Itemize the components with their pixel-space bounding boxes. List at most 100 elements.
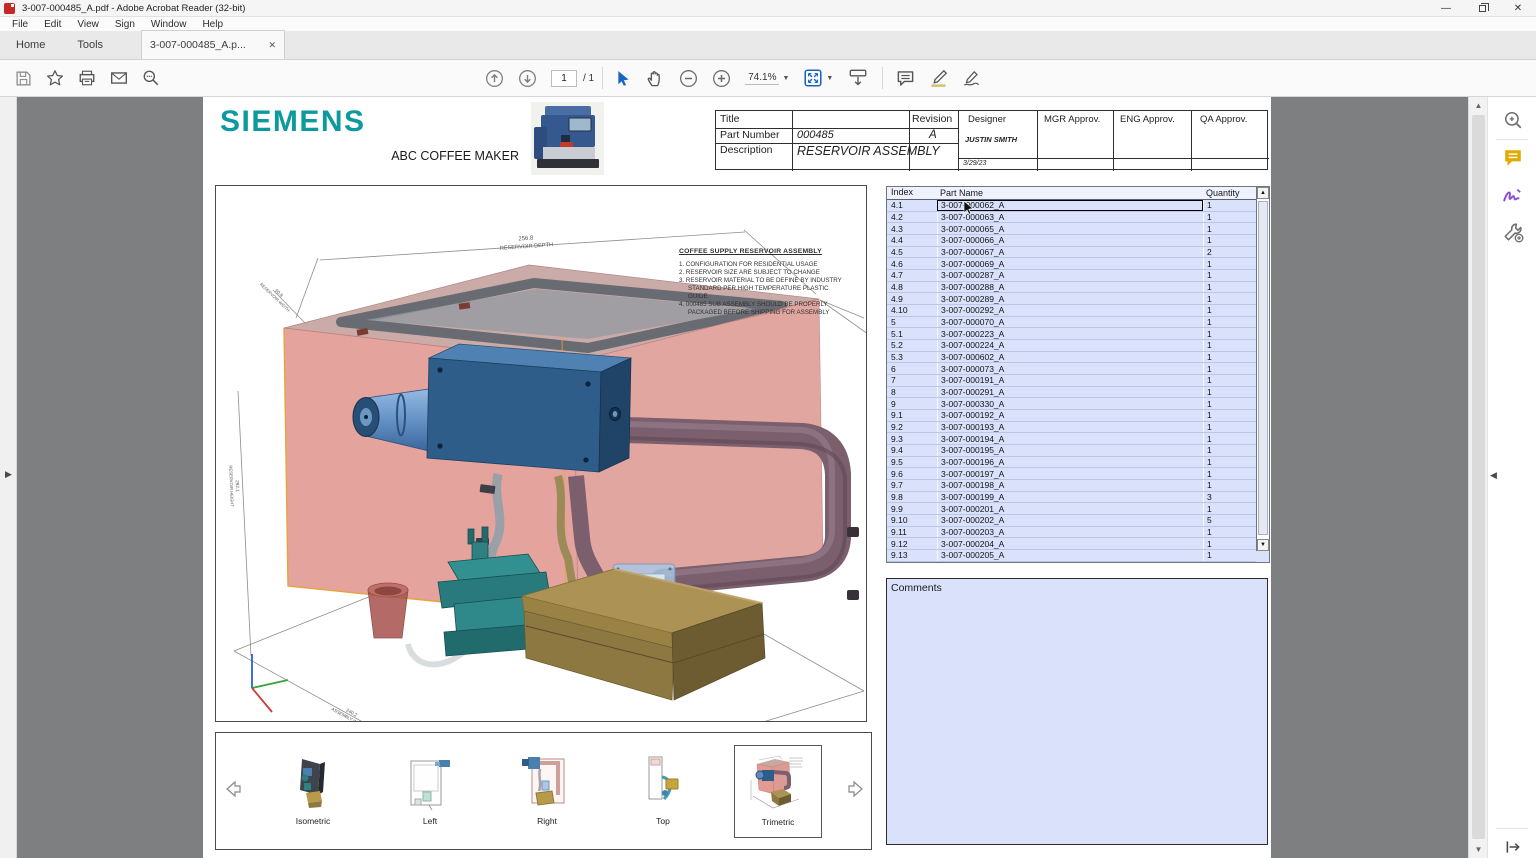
fit-page-button[interactable]: ▼ <box>796 63 840 93</box>
cell-part-name[interactable]: 3-007-000224_A <box>937 340 1203 351</box>
cell-part-name[interactable]: 3-007-000195_A <box>937 445 1203 456</box>
scrollbar-thumb[interactable] <box>1258 201 1268 535</box>
cell-quantity[interactable]: 1 <box>1203 538 1256 549</box>
table-row[interactable]: 4.73-007-000287_A1 <box>887 270 1256 282</box>
close-button[interactable]: ✕ <box>1500 0 1536 17</box>
table-row[interactable]: 9.13-007-000192_A1 <box>887 410 1256 422</box>
view-thumbnail-left[interactable]: Left <box>399 751 461 826</box>
cell-quantity[interactable]: 1 <box>1203 550 1256 561</box>
cell-part-name[interactable]: 3-007-000204_A <box>937 538 1203 549</box>
cell-part-name[interactable]: 3-007-000198_A <box>937 480 1203 491</box>
zoom-out-button[interactable] <box>672 63 705 93</box>
cell-quantity[interactable]: 1 <box>1203 503 1256 514</box>
cell-quantity[interactable]: 1 <box>1203 258 1256 269</box>
cell-index[interactable]: 7 <box>887 375 937 385</box>
cell-part-name[interactable]: 3-007-000602_A <box>937 352 1203 363</box>
comments-field[interactable]: Comments <box>886 578 1268 845</box>
cell-quantity[interactable]: 1 <box>1203 480 1256 491</box>
page-number-input[interactable]: 1 <box>551 70 577 87</box>
cell-quantity[interactable]: 1 <box>1203 282 1256 293</box>
cell-index[interactable]: 9.11 <box>887 527 937 537</box>
cell-part-name[interactable]: 3-007-000065_A <box>937 223 1203 234</box>
comment-tool-button[interactable] <box>889 63 922 93</box>
menu-view[interactable]: View <box>69 19 107 30</box>
cell-part-name[interactable]: 3-007-000292_A <box>937 305 1203 316</box>
scroll-down-icon[interactable]: ▼ <box>1257 539 1269 551</box>
table-row[interactable]: 4.53-007-000067_A2 <box>887 247 1256 259</box>
expand-panel-icon[interactable] <box>1502 836 1524 858</box>
view-thumbnail-isometric[interactable]: Isometric <box>282 751 344 826</box>
cell-part-name[interactable]: 3-007-000196_A <box>937 457 1203 468</box>
cell-index[interactable]: 9.4 <box>887 445 937 455</box>
cell-part-name[interactable]: 3-007-000192_A <box>937 410 1203 421</box>
previous-view-arrow[interactable] <box>223 779 243 799</box>
cell-part-name[interactable]: 3-007-000202_A <box>937 515 1203 526</box>
table-row[interactable]: 9.93-007-000201_A1 <box>887 503 1256 515</box>
cell-part-name[interactable]: 3-007-000205_A <box>937 550 1203 561</box>
cell-part-name[interactable]: 3-007-000070_A <box>937 317 1203 328</box>
cell-index[interactable]: 9.9 <box>887 504 937 514</box>
table-row[interactable]: 9.43-007-000195_A1 <box>887 445 1256 457</box>
table-row[interactable]: 9.103-007-000202_A5 <box>887 515 1256 527</box>
table-row[interactable]: 4.23-007-000063_A1 <box>887 212 1256 224</box>
table-row[interactable]: 9.133-007-000205_A1 <box>887 550 1256 562</box>
cell-quantity[interactable]: 1 <box>1203 375 1256 386</box>
cell-part-name[interactable]: 3-007-000287_A <box>937 270 1203 281</box>
cell-part-name[interactable]: 3-007-000069_A <box>937 258 1203 269</box>
table-row[interactable]: 93-007-000330_A1 <box>887 398 1256 410</box>
previous-page-button[interactable] <box>478 63 511 93</box>
cell-index[interactable]: 4.7 <box>887 270 937 280</box>
sign-tool-button[interactable] <box>955 63 989 93</box>
cell-part-name[interactable]: 3-007-000062_A <box>937 200 1203 211</box>
cell-quantity[interactable]: 1 <box>1203 398 1256 409</box>
designer-date[interactable]: 3/29/23 <box>963 160 986 167</box>
revision-value[interactable]: A <box>929 129 937 141</box>
cell-index[interactable]: 9 <box>887 399 937 409</box>
cell-quantity[interactable]: 3 <box>1203 492 1256 503</box>
table-row[interactable]: 73-007-000191_A1 <box>887 375 1256 387</box>
menu-sign[interactable]: Sign <box>107 19 143 30</box>
cell-quantity[interactable]: 1 <box>1203 433 1256 444</box>
cell-index[interactable]: 9.2 <box>887 422 937 432</box>
menu-window[interactable]: Window <box>143 19 195 30</box>
cell-index[interactable]: 4.2 <box>887 212 937 222</box>
cell-quantity[interactable]: 1 <box>1203 328 1256 339</box>
menu-help[interactable]: Help <box>194 19 231 30</box>
menu-edit[interactable]: Edit <box>36 19 69 30</box>
zoom-search-tool-button[interactable] <box>1502 109 1524 131</box>
part-number-value[interactable]: 000485 <box>797 129 834 141</box>
cell-index[interactable]: 5.3 <box>887 352 937 362</box>
cell-part-name[interactable]: 3-007-000073_A <box>937 363 1203 374</box>
view-thumbnail-top[interactable]: Top <box>632 751 694 826</box>
cell-index[interactable]: 4.9 <box>887 294 937 304</box>
cell-part-name[interactable]: 3-007-000194_A <box>937 433 1203 444</box>
view-thumbnail-trimetric-selected[interactable]: Trimetric <box>734 745 822 838</box>
expand-left-pane-icon[interactable]: ▶ <box>5 469 12 480</box>
cell-quantity[interactable]: 1 <box>1203 527 1256 538</box>
save-button[interactable] <box>8 63 39 93</box>
cell-part-name[interactable]: 3-007-000289_A <box>937 293 1203 304</box>
table-row[interactable]: 5.23-007-000224_A1 <box>887 340 1256 352</box>
cell-quantity[interactable]: 1 <box>1203 457 1256 468</box>
cell-index[interactable]: 9.6 <box>887 469 937 479</box>
parts-table-scrollbar[interactable]: ▲ ▼ <box>1256 187 1269 551</box>
table-row[interactable]: 9.23-007-000193_A1 <box>887 422 1256 434</box>
table-row[interactable]: 4.83-007-000288_A1 <box>887 282 1256 294</box>
cell-quantity[interactable]: 1 <box>1203 293 1256 304</box>
zoom-level-dropdown[interactable]: 74.1%▼ <box>738 63 796 93</box>
restore-button[interactable] <box>1464 0 1500 17</box>
collapse-right-panel-icon[interactable]: ◀ <box>1490 470 1497 481</box>
email-button[interactable] <box>103 63 135 93</box>
cell-index[interactable]: 6 <box>887 364 937 374</box>
designer-value[interactable]: JUSTIN SMITH <box>965 135 1017 144</box>
cell-index[interactable]: 4.10 <box>887 305 937 315</box>
cell-quantity[interactable]: 2 <box>1203 247 1256 258</box>
table-row[interactable]: 9.113-007-000203_A1 <box>887 527 1256 539</box>
cell-index[interactable]: 9.10 <box>887 515 937 525</box>
fill-sign-panel-button[interactable] <box>1502 184 1524 206</box>
cell-index[interactable]: 9.7 <box>887 480 937 490</box>
table-row[interactable]: 4.43-007-000066_A1 <box>887 235 1256 247</box>
tab-home[interactable]: Home <box>0 30 61 59</box>
table-row[interactable]: 9.53-007-000196_A1 <box>887 457 1256 469</box>
cell-quantity[interactable]: 1 <box>1203 352 1256 363</box>
